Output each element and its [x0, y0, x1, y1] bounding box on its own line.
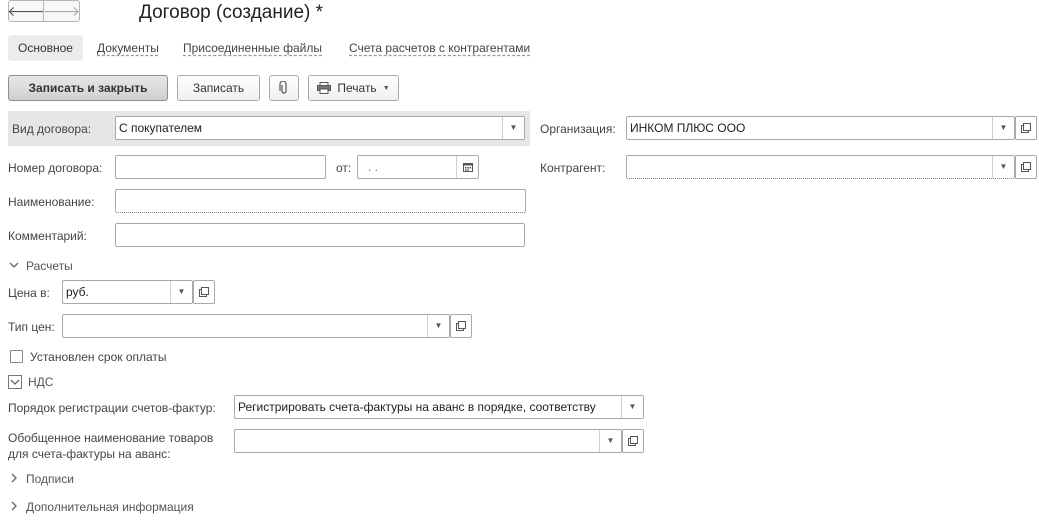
- date-field[interactable]: . .: [357, 155, 479, 179]
- forward-button[interactable]: 🡒: [42, 0, 81, 22]
- organization-field[interactable]: ИНКОМ ПЛЮС ООО ▼: [626, 116, 1015, 140]
- paperclip-icon: [279, 81, 287, 94]
- date-label: от:: [336, 161, 352, 175]
- contract-type-label: Вид договора:: [12, 122, 92, 136]
- print-button[interactable]: Печать ▼: [308, 75, 399, 101]
- dropdown-arrow-icon[interactable]: ▼: [502, 117, 524, 139]
- generic-name-field[interactable]: ▼: [234, 429, 622, 453]
- signatures-group-header[interactable]: Подписи: [8, 472, 74, 486]
- price-in-label: Цена в:: [8, 286, 50, 300]
- dropdown-arrow-icon[interactable]: ▼: [599, 430, 621, 452]
- generic-name-open-button[interactable]: [622, 429, 644, 453]
- dropdown-arrow-icon[interactable]: ▼: [427, 315, 449, 337]
- price-type-open-button[interactable]: [450, 314, 472, 338]
- printer-icon: [317, 82, 332, 94]
- price-in-open-button[interactable]: [193, 280, 215, 304]
- comment-field[interactable]: [115, 223, 525, 247]
- name-field[interactable]: [115, 189, 526, 213]
- vat-group-header[interactable]: НДС: [8, 375, 53, 389]
- dropdown-arrow-icon[interactable]: ▼: [170, 281, 192, 303]
- chevron-right-icon: [8, 473, 20, 486]
- attach-button[interactable]: [269, 75, 299, 101]
- contract-type-field[interactable]: С покупателем ▼: [115, 116, 525, 140]
- chevron-down-icon: [8, 260, 20, 272]
- open-window-icon: [628, 436, 638, 446]
- page-title: Договор (создание) *: [139, 2, 324, 23]
- back-button[interactable]: 🡐: [7, 0, 45, 22]
- save-button[interactable]: Записать: [177, 75, 260, 101]
- tab-attached-files[interactable]: Присоединенные файлы: [183, 35, 322, 61]
- price-in-field[interactable]: руб. ▼: [62, 280, 193, 304]
- open-window-icon: [456, 321, 466, 331]
- chevron-right-icon: [8, 501, 20, 514]
- settlements-group-header[interactable]: Расчеты: [8, 259, 73, 273]
- counterparty-label: Контрагент:: [540, 161, 606, 175]
- price-type-field[interactable]: ▼: [62, 314, 450, 338]
- arrow-left-icon: 🡐: [7, 2, 45, 19]
- save-and-close-button[interactable]: Записать и закрыть: [8, 75, 168, 101]
- name-label: Наименование:: [8, 195, 95, 209]
- invoice-order-field[interactable]: Регистрировать счета-фактуры на аванс в …: [234, 395, 644, 419]
- contract-number-label: Номер договора:: [8, 161, 103, 175]
- tab-documents[interactable]: Документы: [97, 35, 159, 61]
- comment-label: Комментарий:: [8, 229, 87, 243]
- open-window-icon: [1021, 123, 1031, 133]
- generic-name-label-line1: Обобщенное наименование товаров: [8, 431, 214, 445]
- open-window-icon: [199, 287, 209, 297]
- tab-settlement-accounts[interactable]: Счета расчетов с контрагентами: [349, 35, 530, 61]
- dropdown-arrow-icon[interactable]: ▼: [621, 396, 643, 418]
- payment-term-label: Установлен срок оплаты: [30, 350, 167, 364]
- tab-main[interactable]: Основное: [8, 35, 83, 61]
- calendar-icon[interactable]: [456, 156, 478, 178]
- dropdown-arrow-icon[interactable]: ▼: [992, 156, 1014, 178]
- generic-name-label-line2: для счета-фактуры на аванс:: [8, 447, 171, 461]
- price-type-label: Тип цен:: [8, 320, 55, 334]
- arrow-right-icon: 🡒: [42, 2, 81, 19]
- additional-info-group-header[interactable]: Дополнительная информация: [8, 500, 194, 514]
- counterparty-field[interactable]: ▼: [626, 155, 1015, 179]
- open-window-icon: [1021, 162, 1031, 172]
- chevron-down-icon: [8, 375, 22, 389]
- dropdown-arrow-icon: ▼: [382, 84, 390, 92]
- organization-open-button[interactable]: [1015, 116, 1037, 140]
- organization-label: Организация:: [540, 122, 616, 136]
- payment-term-checkbox[interactable]: [10, 350, 23, 363]
- contract-number-field[interactable]: [115, 155, 326, 179]
- invoice-order-label: Порядок регистрации счетов-фактур:: [8, 401, 216, 415]
- dropdown-arrow-icon[interactable]: ▼: [992, 117, 1014, 139]
- counterparty-open-button[interactable]: [1015, 155, 1037, 179]
